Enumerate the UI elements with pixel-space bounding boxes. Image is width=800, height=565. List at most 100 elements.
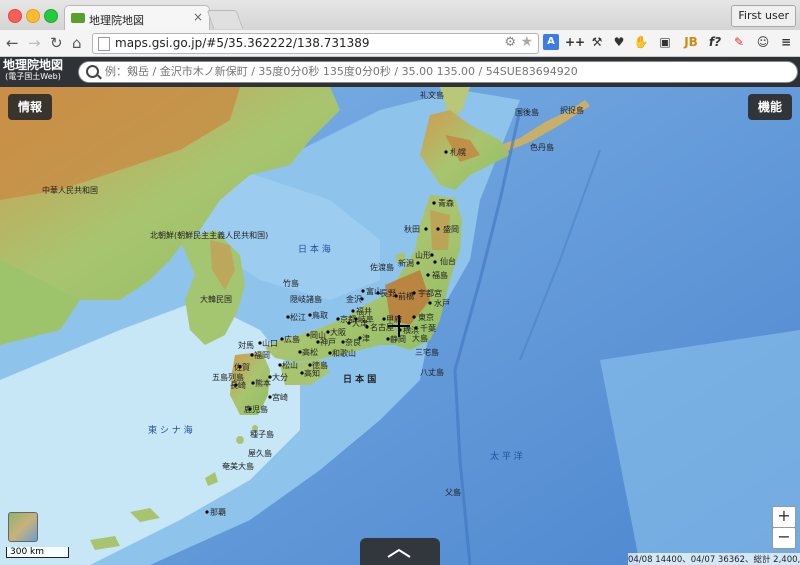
tab-close-icon[interactable]: × (193, 10, 203, 24)
label-matsuyama: 松山 (282, 360, 298, 370)
map-svg[interactable]: 中華人民共和国 北朝鮮(朝鮮民主主義人民共和国) 大韓民国 日 本 海 日 本 … (0, 57, 800, 565)
bookmark-star-icon[interactable]: ★ (520, 34, 533, 50)
translate-icon[interactable]: A (543, 34, 559, 50)
logo-sub-text: (電子国土Web) (5, 72, 61, 81)
zoom-in-button[interactable]: + (772, 506, 796, 528)
label-amami: 奄美大島 (222, 461, 254, 471)
gsi-header-bar: 地理院地図 (電子国土Web) (0, 57, 800, 87)
yakushima-island (236, 436, 244, 444)
reload-icon[interactable]: ↻ (50, 34, 63, 52)
label-tokyo: 東京 (418, 312, 434, 322)
extension-pen-icon[interactable]: ✎ (731, 34, 747, 50)
label-mito: 水戸 (434, 298, 450, 308)
map-layer-thumbnail-button[interactable] (8, 512, 38, 542)
label-pacific: 太 平 洋 (490, 450, 523, 462)
label-morioka: 盛岡 (443, 224, 459, 234)
label-osaka: 大阪 (330, 327, 346, 337)
label-chiba: 千葉 (420, 323, 436, 333)
label-tsu: 津 (362, 333, 370, 343)
label-tsushima: 対馬 (238, 340, 254, 350)
new-tab-button[interactable] (206, 10, 244, 29)
back-arrow-icon[interactable]: ← (6, 34, 19, 52)
user-profile-button[interactable]: First user (731, 5, 796, 27)
label-yokohama: 横浜 (403, 325, 419, 335)
browser-tab-bar: 地理院地図 × First user (0, 0, 800, 31)
extension-plus-icon[interactable]: ++ (565, 34, 585, 50)
label-etorofu: 択捉島 (560, 105, 584, 115)
label-sendai: 仙台 (440, 256, 456, 266)
extension-cat-icon[interactable]: ☺ (755, 34, 771, 50)
info-button[interactable]: 情報 (8, 94, 53, 120)
label-tottori: 鳥取 (312, 310, 328, 320)
zoom-out-button[interactable]: − (772, 527, 796, 549)
map-canvas[interactable]: 中華人民共和国 北朝鮮(朝鮮民主主義人民共和国) 大韓民国 日 本 海 日 本 … (0, 57, 800, 565)
label-sado: 佐渡島 (370, 262, 394, 272)
label-shikotan: 色丹島 (530, 142, 554, 152)
browser-menu-icon[interactable]: ≡ (778, 34, 794, 50)
label-china: 中華人民共和国 (42, 185, 98, 195)
function-button[interactable]: 機能 (747, 94, 792, 120)
label-yakushima: 屋久島 (248, 448, 272, 458)
label-hiroshima: 広島 (284, 334, 300, 344)
extension-function-icon[interactable]: f? (707, 34, 723, 50)
label-kumamoto: 熊本 (255, 378, 271, 388)
label-oita: 大分 (272, 372, 288, 382)
label-nagano: 長野 (380, 289, 396, 298)
label-kagoshima: 鹿児島 (244, 404, 268, 414)
browser-tab[interactable]: 地理院地図 × (64, 5, 210, 31)
url-text[interactable]: maps.gsi.go.jp/#5/35.362222/138.731389 (115, 36, 370, 50)
label-maebashi: 前橋 (398, 291, 414, 301)
chevron-up-icon (387, 548, 411, 558)
label-naha: 那覇 (210, 508, 226, 517)
label-utsunomiya: 宇都宮 (418, 288, 442, 298)
page-icon (98, 37, 110, 51)
bottom-menu-tab[interactable] (360, 538, 440, 565)
label-yamagata: 山形 (415, 250, 431, 260)
label-wakayama: 和歌山 (332, 348, 356, 358)
label-kunashiri: 国後島 (515, 107, 539, 117)
extension-jb-icon[interactable]: JB (683, 34, 699, 50)
search-icon[interactable] (86, 65, 99, 78)
logo-main-text: 地理院地図 (3, 58, 64, 72)
label-izu: 八丈島 (420, 367, 444, 377)
label-nagasaki: 長崎 (230, 380, 246, 390)
label-fukuoka: 福岡 (254, 351, 270, 360)
minimize-window-icon[interactable] (26, 9, 40, 23)
label-yamaguchi: 山口 (262, 338, 278, 348)
browser-toolbar: ← → ↻ ⌂ maps.gsi.go.jp/#5/35.362222/138.… (0, 30, 800, 57)
label-takamatsu: 高松 (302, 347, 318, 357)
access-counter: 04/08 14400、04/07 36362、総計 2,400,136 (628, 553, 800, 565)
pocket-icon[interactable]: ♥ (611, 34, 627, 50)
search-input[interactable] (105, 64, 785, 79)
gear-icon[interactable]: ⚙ (504, 35, 516, 50)
extension-box-icon[interactable]: ▣ (657, 34, 673, 50)
label-matsue: 松江 (290, 312, 306, 322)
label-miyake: 三宅島 (415, 347, 439, 357)
scale-bar: 300 km (6, 547, 69, 558)
site-favicon-icon (71, 13, 85, 23)
label-rebun: 礼文島 (420, 90, 444, 100)
extension-hand-icon[interactable]: ✋ (633, 34, 649, 50)
label-okayama: 岡山 (310, 330, 326, 340)
label-takeshima: 竹島 (283, 278, 299, 288)
extension-hammer-icon[interactable]: ⚒ (589, 34, 605, 50)
label-ogasawara: 父島 (445, 487, 461, 497)
label-kanazawa: 金沢 (346, 294, 362, 304)
label-fukushima: 福島 (432, 270, 448, 280)
forward-arrow-icon[interactable]: → (28, 34, 41, 52)
label-kochi: 高知 (304, 368, 320, 378)
label-niigata: 新潟 (398, 258, 414, 268)
address-bar[interactable]: maps.gsi.go.jp/#5/35.362222/138.731389 ⚙… (92, 33, 539, 54)
search-box[interactable] (78, 61, 798, 83)
label-japan: 日 本 国 (343, 373, 376, 385)
gsi-logo[interactable]: 地理院地図 (電子国土Web) (3, 59, 63, 82)
label-east-china-sea: 東 シ ナ 海 (148, 424, 193, 436)
close-window-icon[interactable] (8, 9, 22, 23)
tab-title: 地理院地図 (89, 14, 144, 27)
label-sea-of-japan: 日 本 海 (298, 243, 331, 255)
maximize-window-icon[interactable] (44, 9, 58, 23)
label-north-korea: 北朝鮮(朝鮮民主主義人民共和国) (150, 230, 268, 240)
label-shizuoka: 静岡 (390, 334, 406, 344)
home-icon[interactable]: ⌂ (72, 34, 82, 52)
label-aomori: 青森 (438, 198, 454, 208)
